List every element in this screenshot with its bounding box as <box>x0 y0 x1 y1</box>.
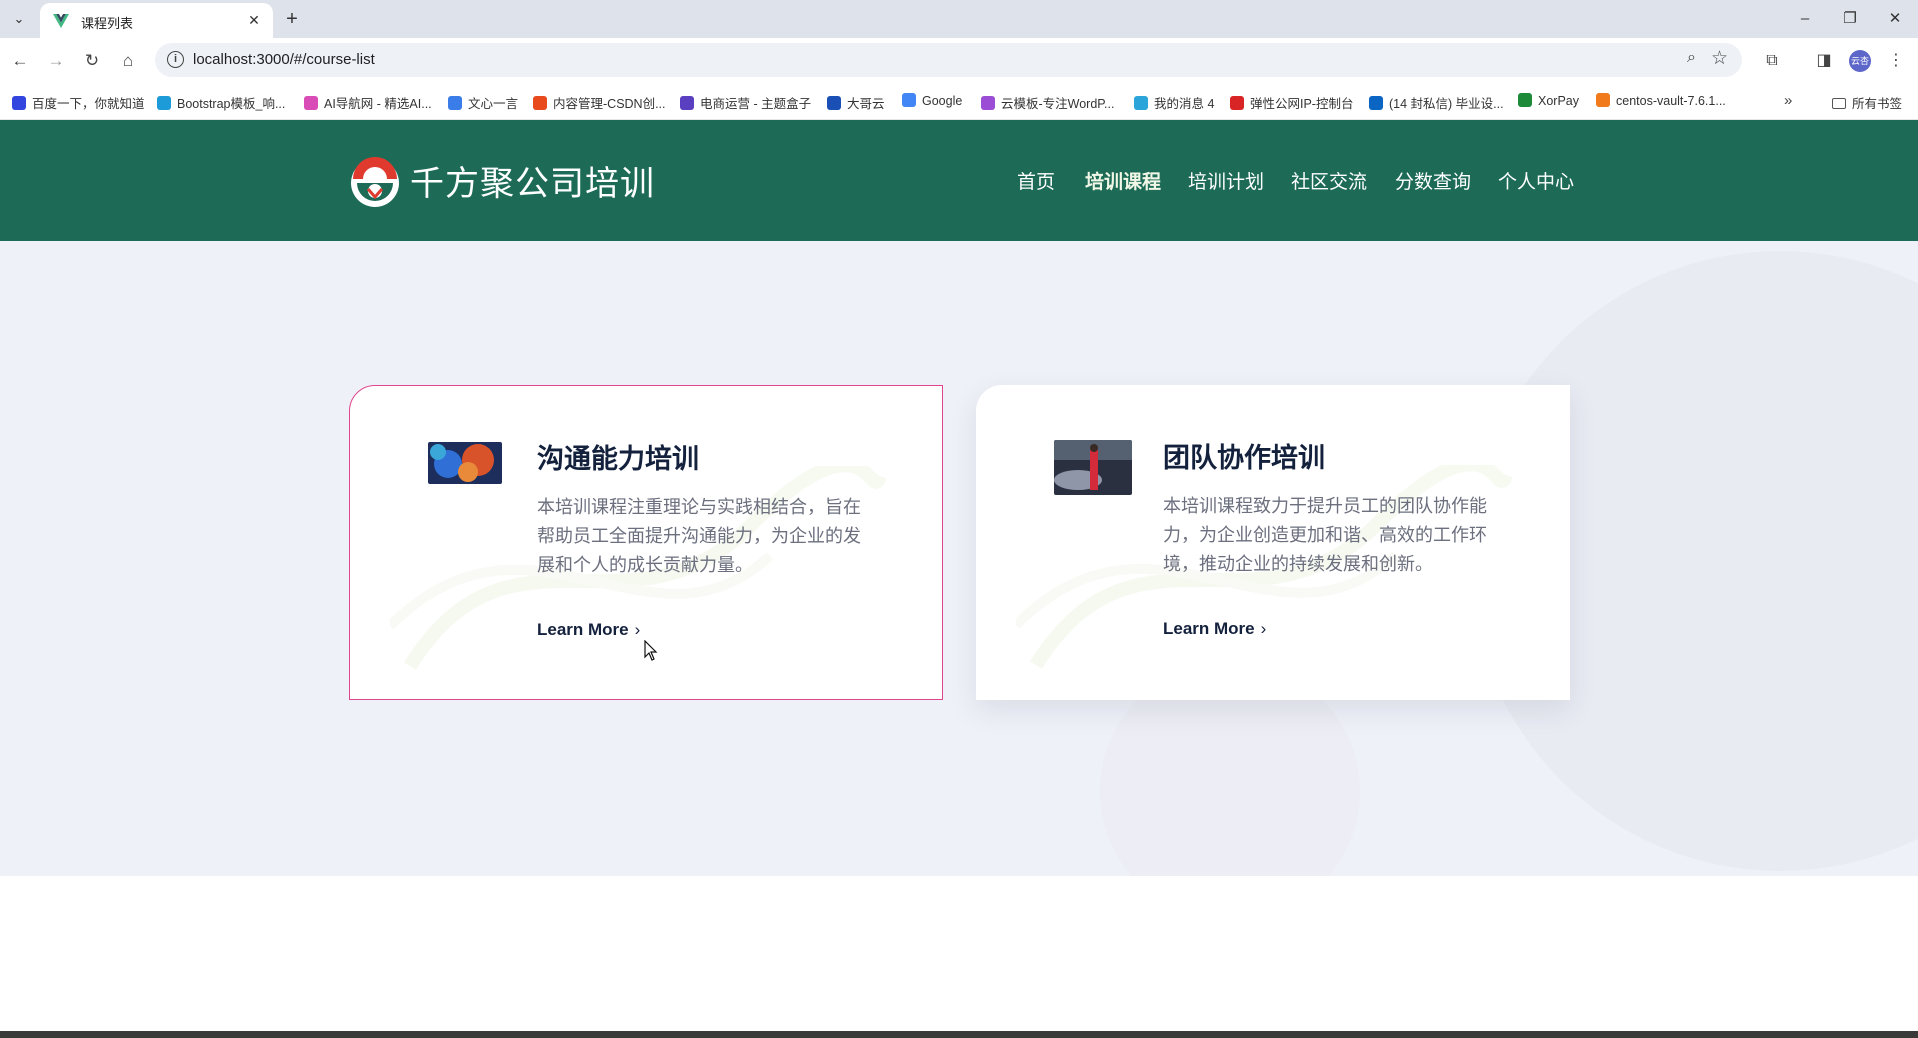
bookmark-item[interactable]: 我的消息 4 <box>1134 93 1214 111</box>
bookmark-favicon-icon <box>533 96 547 110</box>
bookmark-favicon-icon <box>304 96 318 110</box>
new-tab-button[interactable]: + <box>281 8 303 30</box>
all-bookmarks-button[interactable]: 所有书签 <box>1832 93 1902 112</box>
bookmark-favicon-icon <box>1230 96 1244 110</box>
bookmark-item[interactable]: Google <box>902 93 962 111</box>
course-thumbnail-abstract-icon[interactable] <box>428 442 502 484</box>
browser-tab-active[interactable]: 课程列表 ✕ <box>40 3 273 38</box>
bookmark-item[interactable]: 云模板-专注WordP... <box>981 93 1114 111</box>
bookmark-item[interactable]: 大哥云 <box>827 93 885 111</box>
bookmark-item[interactable]: centos-vault-7.6.1... <box>1596 93 1726 111</box>
bookmarks-overflow-icon[interactable]: » <box>1784 92 1792 109</box>
window-close-icon[interactable]: ✕ <box>1875 8 1915 30</box>
tab-search-dropdown-icon[interactable]: ⌄ <box>9 9 29 29</box>
browser-menu-icon[interactable]: ⋮ <box>1884 49 1908 73</box>
site-info-icon[interactable]: i <box>167 51 184 68</box>
bookmark-item[interactable]: 电商运营 - 主题盒子 <box>680 93 811 111</box>
bookmark-item[interactable]: Bootstrap模板_响... <box>157 93 285 111</box>
course-card[interactable]: 团队协作培训 本培训课程致力于提升员工的团队协作能力，为企业创造更加和谐、高效的… <box>976 385 1570 700</box>
taskbar-edge <box>0 1031 1918 1038</box>
forward-icon[interactable]: → <box>44 49 68 73</box>
bookmark-favicon-icon <box>1596 93 1610 107</box>
bookmark-item[interactable]: (14 封私信) 毕业设... <box>1369 93 1504 111</box>
home-icon[interactable]: ⌂ <box>116 49 140 73</box>
folder-icon <box>1832 98 1846 109</box>
bookmark-favicon-icon <box>448 96 462 110</box>
nav-courses[interactable]: 培训课程 <box>1085 167 1161 194</box>
course-description: 本培训课程致力于提升员工的团队协作能力，为企业创造更加和谐、高效的工作环境，推动… <box>1163 496 1487 574</box>
learn-more-link[interactable]: Learn More › <box>1163 619 1266 639</box>
profile-avatar[interactable]: 云杏 <box>1849 50 1871 72</box>
vue-favicon-icon <box>53 14 69 28</box>
bookmark-favicon-icon <box>12 96 26 110</box>
brand-logo-icon[interactable] <box>347 153 403 209</box>
browser-tab-bar: ⌄ 课程列表 ✕ + – ❐ ✕ <box>0 0 1918 38</box>
bookmark-favicon-icon <box>157 96 171 110</box>
tab-title: 课程列表 <box>81 16 134 31</box>
bookmark-favicon-icon <box>902 93 916 107</box>
bookmark-item[interactable]: XorPay <box>1518 93 1579 111</box>
tab-close-icon[interactable]: ✕ <box>245 11 263 29</box>
bookmark-item[interactable]: AI导航网 - 精选AI... <box>304 93 432 111</box>
bookmark-item[interactable]: 弹性公网IP-控制台 <box>1230 93 1353 111</box>
course-thumbnail-person-car-icon[interactable] <box>1054 440 1132 495</box>
mouse-cursor-icon <box>644 640 658 661</box>
extensions-icon[interactable]: ⧉ <box>1760 49 1784 73</box>
bookmark-favicon-icon <box>680 96 694 110</box>
bookmark-favicon-icon <box>1369 96 1383 110</box>
learn-more-link[interactable]: Learn More › <box>537 620 640 640</box>
bookmark-item[interactable]: 内容管理-CSDN创... <box>533 93 666 111</box>
chevron-right-icon: › <box>1260 619 1267 638</box>
course-title[interactable]: 沟通能力培训 <box>537 437 699 476</box>
bookmarks-bar: 百度一下，你就知道 Bootstrap模板_响... AI导航网 - 精选AI.… <box>0 84 1918 120</box>
nav-community[interactable]: 社区交流 <box>1291 167 1367 194</box>
back-icon[interactable]: ← <box>8 49 32 73</box>
course-description: 本培训课程注重理论与实践相结合，旨在帮助员工全面提升沟通能力，为企业的发展和个人… <box>537 497 861 575</box>
course-list-section: 沟通能力培训 本培训课程注重理论与实践相结合，旨在帮助员工全面提升沟通能力，为企… <box>0 241 1918 876</box>
restore-icon[interactable]: ❐ <box>1830 8 1870 30</box>
nav-home[interactable]: 首页 <box>1017 167 1055 194</box>
bookmark-item[interactable]: 百度一下，你就知道 <box>12 93 145 111</box>
url-text[interactable]: localhost:3000/#/course-list <box>193 51 375 68</box>
bookmark-favicon-icon <box>1134 96 1148 110</box>
nav-score-query[interactable]: 分数查询 <box>1395 167 1471 194</box>
nav-training-plan[interactable]: 培训计划 <box>1188 167 1264 194</box>
course-title[interactable]: 团队协作培训 <box>1163 436 1325 475</box>
bookmark-favicon-icon <box>981 96 995 110</box>
nav-profile[interactable]: 个人中心 <box>1498 167 1574 194</box>
address-bar[interactable]: i localhost:3000/#/course-list ⌕ ☆ <box>155 43 1742 77</box>
browser-toolbar: ← → ↻ ⌂ i localhost:3000/#/course-list ⌕… <box>0 38 1918 84</box>
reload-icon[interactable]: ↻ <box>80 49 104 73</box>
brand-name[interactable]: 千方聚公司培训 <box>410 156 655 205</box>
bookmark-favicon-icon <box>1518 93 1532 107</box>
bookmark-favicon-icon <box>827 96 841 110</box>
minimize-icon[interactable]: – <box>1785 8 1825 30</box>
bookmark-star-icon[interactable]: ☆ <box>1711 47 1728 70</box>
chevron-right-icon: › <box>634 620 641 639</box>
zoom-icon[interactable]: ⌕ <box>1687 49 1696 67</box>
side-panel-icon[interactable]: ◨ <box>1812 49 1836 73</box>
bookmark-item[interactable]: 文心一言 <box>448 93 518 111</box>
site-header: 千方聚公司培训 首页 培训课程 培训计划 社区交流 分数查询 个人中心 <box>0 120 1918 241</box>
